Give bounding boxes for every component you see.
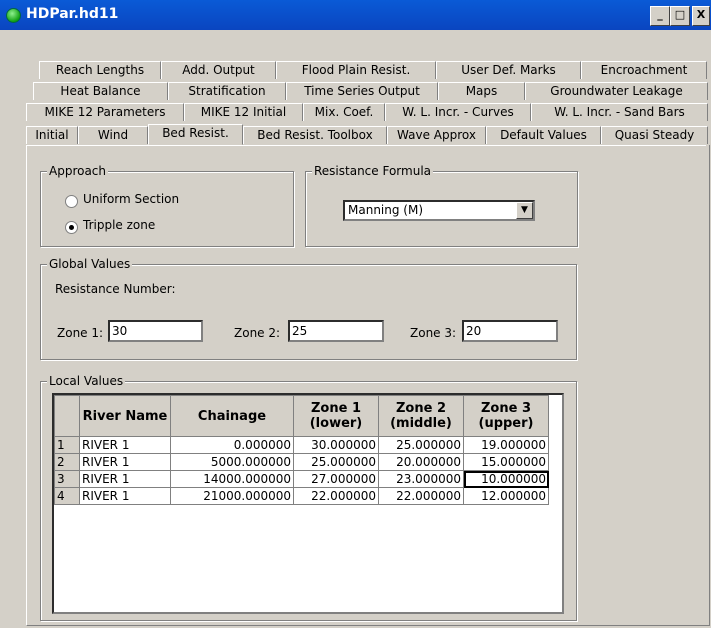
radio-uniform-section-label[interactable]: Uniform Section: [83, 192, 179, 206]
tab-reach-lengths[interactable]: Reach Lengths: [39, 61, 161, 79]
tab-heat-balance[interactable]: Heat Balance: [33, 82, 168, 100]
tab-bed-resist-toolbox[interactable]: Bed Resist. Toolbox: [243, 126, 387, 144]
approach-group-label: Approach: [47, 164, 109, 178]
tab-wl-incr-sand-bars[interactable]: W. L. Incr. - Sand Bars: [531, 103, 708, 121]
table-header-row: River Name Chainage Zone 1 (lower) Zone …: [54, 395, 549, 437]
cell-zone1[interactable]: 25.000000: [293, 453, 379, 471]
cell-chainage[interactable]: 21000.000000: [170, 487, 294, 505]
zone3-input[interactable]: 20: [462, 320, 558, 342]
minimize-button[interactable]: _: [650, 6, 670, 26]
app-icon: [6, 8, 21, 23]
tab-flood-plain-resist[interactable]: Flood Plain Resist.: [276, 61, 436, 79]
tab-bed-resist[interactable]: Bed Resist.: [148, 124, 243, 145]
tab-wave-approx[interactable]: Wave Approx: [387, 126, 486, 144]
window-title: HDPar.hd11: [26, 6, 119, 22]
cell-zone1[interactable]: 22.000000: [293, 487, 379, 505]
tab-wind[interactable]: Wind: [78, 126, 148, 144]
resistance-formula-group-label: Resistance Formula: [312, 164, 433, 178]
tab-add-output[interactable]: Add. Output: [161, 61, 276, 79]
close-button[interactable]: X: [692, 6, 710, 26]
cell-zone2[interactable]: 23.000000: [378, 470, 464, 488]
tab-groundwater-leakage[interactable]: Groundwater Leakage: [525, 82, 708, 100]
tab-wl-incr-curves[interactable]: W. L. Incr. - Curves: [385, 103, 531, 121]
cell-zone3-selected[interactable]: 10.000000: [463, 470, 549, 488]
column-header-zone1[interactable]: Zone 1 (lower): [293, 395, 379, 437]
cell-river-name[interactable]: RIVER 1: [79, 436, 171, 454]
resistance-formula-value: Manning (M): [348, 203, 424, 217]
zone2-input[interactable]: 25: [288, 320, 384, 342]
row-number[interactable]: 4: [54, 487, 80, 505]
tab-time-series-output[interactable]: Time Series Output: [286, 82, 438, 100]
cell-chainage[interactable]: 14000.000000: [170, 470, 294, 488]
cell-chainage[interactable]: 0.000000: [170, 436, 294, 454]
tab-mike12-parameters[interactable]: MIKE 12 Parameters: [26, 103, 184, 121]
zone3-label: Zone 3:: [410, 326, 457, 340]
cell-zone1[interactable]: 30.000000: [293, 436, 379, 454]
tab-mix-coef[interactable]: Mix. Coef.: [303, 103, 385, 121]
cell-river-name[interactable]: RIVER 1: [79, 487, 171, 505]
cell-river-name[interactable]: RIVER 1: [79, 453, 171, 471]
local-values-table: River Name Chainage Zone 1 (lower) Zone …: [54, 395, 549, 505]
radio-tripple-zone[interactable]: [65, 221, 78, 234]
row-number[interactable]: 2: [54, 453, 80, 471]
column-header-chainage[interactable]: Chainage: [170, 395, 294, 437]
table-row: 4 RIVER 1 21000.000000 22.000000 22.0000…: [54, 487, 549, 505]
cell-zone2[interactable]: 25.000000: [378, 436, 464, 454]
tab-quasi-steady[interactable]: Quasi Steady: [601, 126, 708, 144]
global-values-group-label: Global Values: [47, 257, 133, 271]
tab-mike12-initial[interactable]: MIKE 12 Initial: [184, 103, 303, 121]
cell-zone3[interactable]: 12.000000: [463, 487, 549, 505]
global-values-group: Global Values Resistance Number: Zone 1:…: [40, 257, 577, 360]
resistance-formula-group: Resistance Formula Manning (M) ▼: [305, 164, 578, 247]
column-header-river-name[interactable]: River Name: [79, 395, 171, 437]
cell-zone3[interactable]: 15.000000: [463, 453, 549, 471]
radio-tripple-zone-label[interactable]: Tripple zone: [83, 218, 155, 232]
zone1-input[interactable]: 30: [108, 320, 203, 342]
tab-user-def-marks[interactable]: User Def. Marks: [436, 61, 581, 79]
zone1-label: Zone 1:: [57, 326, 104, 340]
resistance-number-label: Resistance Number:: [55, 282, 176, 296]
table-row: 3 RIVER 1 14000.000000 27.000000 23.0000…: [54, 470, 549, 488]
tab-maps[interactable]: Maps: [438, 82, 525, 100]
cell-river-name[interactable]: RIVER 1: [79, 470, 171, 488]
local-values-group-label: Local Values: [47, 374, 126, 388]
tab-initial[interactable]: Initial: [26, 126, 78, 144]
column-header-zone2[interactable]: Zone 2 (middle): [378, 395, 464, 437]
zone2-label-text: Zone 2:: [234, 326, 281, 340]
row-number[interactable]: 3: [54, 470, 80, 488]
tab-stratification[interactable]: Stratification: [168, 82, 286, 100]
local-values-grid[interactable]: River Name Chainage Zone 1 (lower) Zone …: [52, 393, 564, 614]
radio-uniform-section[interactable]: [65, 195, 78, 208]
resistance-formula-select[interactable]: Manning (M) ▼: [343, 200, 535, 221]
cell-zone2[interactable]: 22.000000: [378, 487, 464, 505]
tab-encroachment[interactable]: Encroachment: [581, 61, 707, 79]
column-header-zone3[interactable]: Zone 3 (upper): [463, 395, 549, 437]
cell-chainage[interactable]: 5000.000000: [170, 453, 294, 471]
tab-default-values[interactable]: Default Values: [486, 126, 601, 144]
app-window: HDPar.hd11 _ □ X Reach Lengths Add. Outp…: [0, 0, 711, 628]
table-row: 1 RIVER 1 0.000000 30.000000 25.000000 1…: [54, 436, 549, 454]
corner-header: [54, 395, 80, 437]
cell-zone2[interactable]: 20.000000: [378, 453, 464, 471]
row-number[interactable]: 1: [54, 436, 80, 454]
cell-zone3[interactable]: 19.000000: [463, 436, 549, 454]
cell-zone1[interactable]: 27.000000: [293, 470, 379, 488]
table-row: 2 RIVER 1 5000.000000 25.000000 20.00000…: [54, 453, 549, 471]
approach-group: Approach Uniform Section Tripple zone: [40, 164, 294, 247]
chevron-down-icon[interactable]: ▼: [516, 202, 533, 219]
maximize-button[interactable]: □: [670, 6, 690, 26]
title-bar[interactable]: HDPar.hd11 _ □ X: [0, 0, 711, 30]
